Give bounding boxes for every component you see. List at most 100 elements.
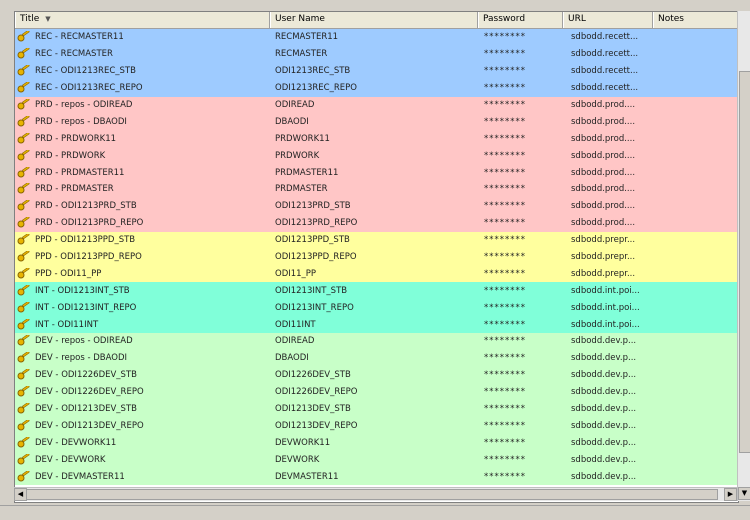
key-icon xyxy=(17,436,30,448)
cell-user-name: PRDWORK xyxy=(270,151,478,161)
cell-title: PPD - ODI1213PPD_REPO xyxy=(15,251,270,263)
key-icon xyxy=(17,200,30,211)
cell-title: REC - RECMASTER11 xyxy=(15,31,270,43)
scroll-down-button[interactable]: ▼ xyxy=(738,487,750,500)
entry-password: ******** xyxy=(484,268,526,279)
entry-url: sdbodd.recett... xyxy=(571,49,639,60)
table-row[interactable]: PRD - ODI1213PRD_STB ODI1213PRD_STB ******… xyxy=(15,197,738,215)
entry-url: sdbodd.prepr... xyxy=(571,252,636,263)
cell-title: INT - ODI1213INT_REPO xyxy=(15,301,270,314)
entry-password: ******** xyxy=(484,319,526,330)
table-row[interactable]: INT - ODI11INT ODI11INT ******** sdbodd.int… xyxy=(15,316,738,334)
key-icon xyxy=(17,217,30,228)
table-row[interactable]: DEV - DEVMASTER11 DEVMASTER11 ******** sdbo… xyxy=(15,468,738,486)
key-icon xyxy=(17,166,30,178)
cell-user-name: ODIREAD xyxy=(270,336,478,346)
entry-password: ******** xyxy=(484,32,526,43)
table-row[interactable]: PRD - ODI1213PRD_REPO ODI1213PRD_REPO ****… xyxy=(15,214,738,232)
entry-title: DEV - repos - ODIREAD xyxy=(35,336,133,347)
table-row[interactable]: REC - RECMASTER RECMASTER ******** sdbodd.r… xyxy=(15,45,738,63)
entry-title: PPD - ODI1213PPD_REPO xyxy=(35,252,142,263)
table-row[interactable]: DEV - ODI1213DEV_STB ODI1213DEV_STB ******… xyxy=(15,400,738,418)
entry-password: ******** xyxy=(484,150,526,161)
cell-url: sdbodd.dev.p... xyxy=(563,455,653,465)
cell-title: PRD - repos - ODIREAD xyxy=(15,99,270,111)
cell-password: ******** xyxy=(478,117,563,127)
cell-password: ******** xyxy=(478,472,563,482)
key-icon xyxy=(17,183,30,194)
table-row[interactable]: PPD - ODI1213PPD_REPO ODI1213PPD_REPO ****… xyxy=(15,248,738,266)
table-row[interactable]: PRD - PRDWORK PRDWORK ******** sdbodd.prod.… xyxy=(15,147,738,165)
entry-url: sdbodd.recett... xyxy=(571,32,639,43)
table-row[interactable]: PRD - repos - DBAODI DBAODI ******** sdbodd… xyxy=(15,113,738,131)
column-notes[interactable]: Notes xyxy=(653,12,738,28)
cell-title: DEV - DEVWORK xyxy=(15,453,270,466)
vertical-scrollbar[interactable]: ▼ xyxy=(737,11,750,501)
column-header: Title ▼ User Name Password URL Notes xyxy=(15,12,738,29)
horizontal-scroll-thumb[interactable] xyxy=(26,489,718,500)
table-row[interactable]: REC - RECMASTER11 RECMASTER11 ******** sdbo… xyxy=(15,29,738,46)
cell-password: ******** xyxy=(478,252,563,262)
table-row[interactable]: PRD - PRDMASTER PRDMASTER ******** sdbodd.p… xyxy=(15,181,738,198)
cell-password: ******** xyxy=(478,218,563,228)
table-row[interactable]: REC - ODI1213REC_STB ODI1213REC_STB ******… xyxy=(15,62,738,80)
key-icon xyxy=(17,284,30,296)
entry-url: sdbodd.prod.... xyxy=(571,201,636,212)
table-row[interactable]: DEV - DEVWORK11 DEVWORK11 ******** sdbodd.d… xyxy=(15,434,738,452)
entry-user-name: ODI1213DEV_REPO xyxy=(275,420,358,431)
table-row[interactable]: REC - ODI1213REC_REPO ODI1213REC_REPO ****… xyxy=(15,79,738,97)
table-row[interactable]: DEV - ODI1226DEV_REPO ODI1226DEV_REPO ****… xyxy=(15,383,738,401)
vertical-scroll-thumb[interactable] xyxy=(739,71,750,453)
entry-title: PRD - PRDWORK11 xyxy=(35,133,117,144)
table-row[interactable]: PPD - ODI11_PP ODI11_PP ******** sdbodd.pre… xyxy=(15,265,738,283)
cell-user-name: DBAODI xyxy=(270,353,478,363)
column-user-name[interactable]: User Name xyxy=(270,12,478,28)
cell-title: REC - ODI1213REC_STB xyxy=(15,65,270,77)
column-password[interactable]: Password xyxy=(478,12,563,28)
cell-url: sdbodd.int.poi... xyxy=(563,286,653,296)
table-row[interactable]: PPD - ODI1213PPD_STB ODI1213PPD_STB ******… xyxy=(15,231,738,249)
entry-title: DEV - ODI1226DEV_STB xyxy=(35,370,137,381)
table-row[interactable]: INT - ODI1213INT_STB ODI1213INT_STB ******… xyxy=(15,282,738,300)
entry-user-name: DEVMASTER11 xyxy=(275,471,339,482)
column-user-name-label: User Name xyxy=(275,14,325,24)
table-row[interactable]: DEV - repos - ODIREAD ODIREAD ******** sdbo… xyxy=(15,333,738,350)
table-row[interactable]: DEV - repos - DBAODI DBAODI ******** sdbodd… xyxy=(15,349,738,367)
table-row[interactable]: PRD - PRDMASTER11 PRDMASTER11 ******** sdbo… xyxy=(15,164,738,182)
entry-password: ******** xyxy=(484,404,526,415)
cell-user-name: ODI1213DEV_REPO xyxy=(270,421,478,431)
entry-url: sdbodd.prod.... xyxy=(571,116,636,127)
cell-title: DEV - DEVMASTER11 xyxy=(15,470,270,483)
entry-url: sdbodd.recett... xyxy=(571,83,639,94)
table-row[interactable]: DEV - ODI1226DEV_STB ODI1226DEV_STB ******… xyxy=(15,366,738,384)
cell-url: sdbodd.dev.p... xyxy=(563,404,653,414)
key-icon xyxy=(17,31,30,42)
column-title[interactable]: Title ▼ xyxy=(15,12,270,28)
entry-title: PRD - ODI1213PRD_REPO xyxy=(35,218,144,229)
table-row[interactable]: INT - ODI1213INT_REPO ODI1213INT_REPO ****… xyxy=(15,299,738,317)
column-url[interactable]: URL xyxy=(563,12,653,28)
entry-url: sdbodd.dev.p... xyxy=(571,370,637,381)
cell-password: ******** xyxy=(478,286,563,296)
cell-user-name: ODI1213DEV_STB xyxy=(270,404,478,414)
entry-title: DEV - ODI1226DEV_REPO xyxy=(35,387,144,398)
entry-password: ******** xyxy=(484,252,526,263)
table-row[interactable]: PRD - PRDWORK11 PRDWORK11 ******** sdbodd.p… xyxy=(15,130,738,148)
cell-password: ******** xyxy=(478,151,563,161)
entry-list: Title ▼ User Name Password URL Notes REC … xyxy=(14,11,739,503)
cell-url: sdbodd.prod.... xyxy=(563,100,653,110)
entry-password: ******** xyxy=(484,66,526,77)
table-row[interactable]: DEV - DEVWORK DEVWORK ******** sdbodd.dev.p… xyxy=(15,451,738,469)
cell-user-name: ODI1213PRD_REPO xyxy=(270,218,478,228)
horizontal-scrollbar[interactable]: ◀ ▶ xyxy=(14,487,737,501)
scroll-right-button[interactable]: ▶ xyxy=(724,488,737,501)
entry-title: PPD - ODI1213PPD_STB xyxy=(35,235,136,246)
table-row[interactable]: PRD - repos - ODIREAD ODIREAD ******** sdbo… xyxy=(15,96,738,114)
cell-password: ******** xyxy=(478,134,563,144)
key-icon xyxy=(17,234,30,245)
entry-rows: REC - RECMASTER11 RECMASTER11 ******** sdbo… xyxy=(15,29,738,486)
table-row[interactable]: DEV - ODI1213DEV_REPO ODI1213DEV_REPO ****… xyxy=(15,417,738,435)
entry-url: sdbodd.prod.... xyxy=(571,133,636,144)
cell-user-name: PRDWORK11 xyxy=(270,134,478,144)
entry-url: sdbodd.dev.p... xyxy=(571,404,637,415)
